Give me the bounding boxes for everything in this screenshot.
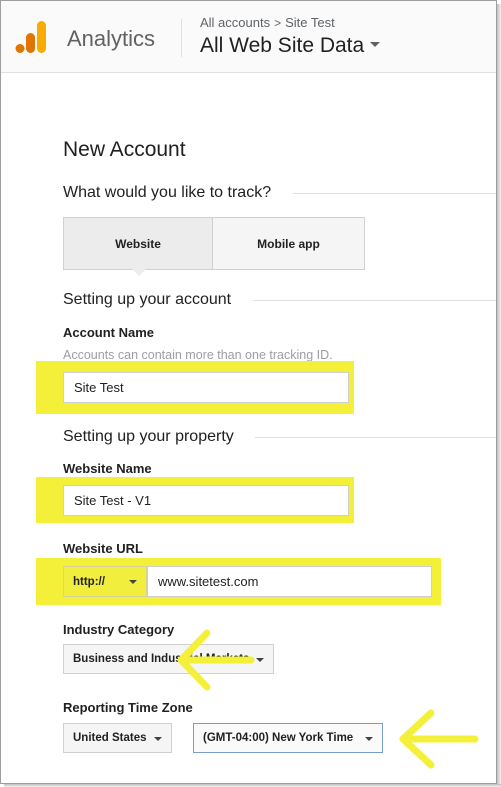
website-name-label: Website Name	[63, 461, 152, 476]
analytics-logo-icon[interactable]	[15, 19, 49, 55]
caret-down-icon	[154, 737, 162, 741]
page-title: New Account	[63, 138, 186, 161]
time-zone-country-value: United States	[73, 732, 147, 744]
website-url-label: Website URL	[63, 541, 143, 556]
account-name-help: Accounts can contain more than one track…	[63, 348, 333, 362]
view-name: All Web Site Data	[200, 34, 365, 57]
property-section-heading: Setting up your property	[63, 428, 234, 445]
account-name-label: Account Name	[63, 325, 155, 340]
section-divider	[255, 437, 496, 438]
protocol-dropdown[interactable]: http://	[63, 566, 147, 597]
arrow-left-icon	[399, 709, 479, 769]
section-divider	[293, 193, 496, 194]
app-title: Analytics	[67, 26, 156, 51]
section-divider	[253, 300, 496, 301]
caret-down-icon	[129, 580, 137, 584]
arrow-left-icon	[177, 629, 255, 691]
website-url-input[interactable]: www.sitetest.com	[147, 566, 432, 597]
industry-category-label: Industry Category	[63, 622, 175, 637]
protocol-value: http://	[73, 575, 105, 588]
breadcrumb: All accounts > Site Test	[200, 15, 335, 30]
reporting-time-zone-label: Reporting Time Zone	[63, 700, 193, 715]
view-selector[interactable]: All Web Site Data	[200, 34, 381, 58]
time-zone-value: (GMT-04:00) New York Time	[203, 732, 354, 744]
app-window: Analytics All accounts > Site Test All Web…	[0, 0, 497, 784]
account-name-input[interactable]: Site Test	[63, 372, 349, 403]
chevron-right-icon: >	[274, 16, 282, 30]
header-divider	[181, 19, 182, 57]
account-section-heading: Setting up your account	[63, 291, 232, 308]
breadcrumb-account[interactable]: All accounts	[200, 15, 270, 30]
track-question: What would you like to track?	[63, 184, 272, 201]
time-zone-country-dropdown[interactable]: United States	[63, 723, 172, 753]
track-option-website[interactable]: Website	[63, 217, 213, 270]
breadcrumb-property[interactable]: Site Test	[285, 15, 335, 30]
caret-down-icon	[256, 658, 264, 662]
window-shadow	[497, 4, 501, 787]
website-name-input[interactable]: Site Test - V1	[63, 485, 349, 516]
selected-indicator	[132, 269, 146, 276]
time-zone-dropdown[interactable]: (GMT-04:00) New York Time	[193, 723, 383, 753]
top-bar: Analytics All accounts > Site Test All Web…	[1, 1, 496, 73]
caret-down-icon	[365, 737, 373, 741]
caret-down-icon	[370, 41, 381, 47]
track-option-mobile-app[interactable]: Mobile app	[213, 217, 365, 270]
